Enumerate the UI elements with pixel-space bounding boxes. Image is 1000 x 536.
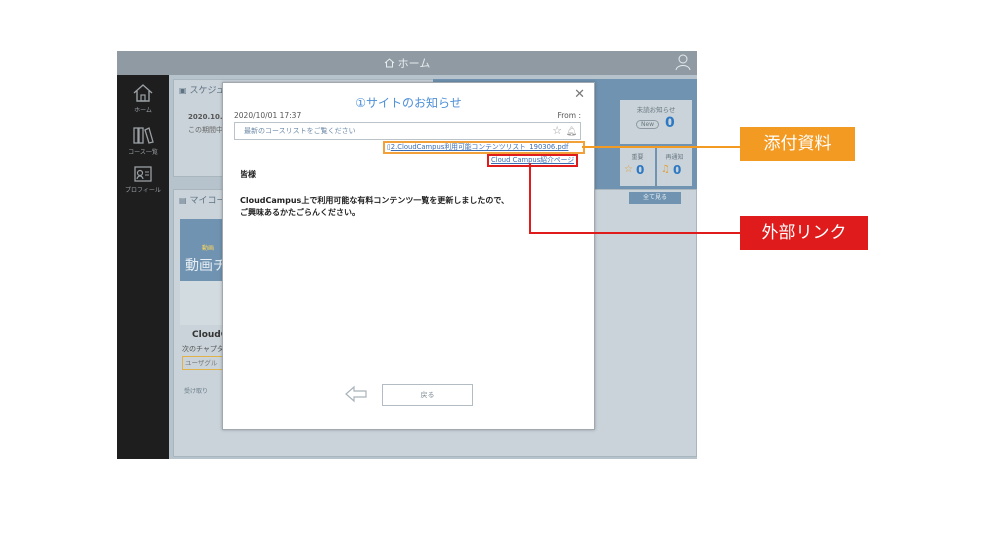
link-callout: 外部リンク <box>740 216 868 250</box>
link-callout-line <box>529 163 740 234</box>
attachment-callout: 添付資料 <box>740 127 855 161</box>
callout-lines <box>529 146 740 234</box>
